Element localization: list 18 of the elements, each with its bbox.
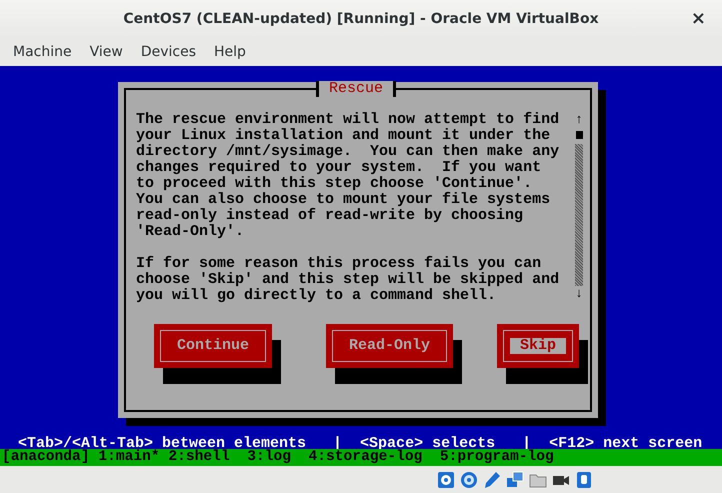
window-title: CentOS7 (CLEAN-updated) [Running] - Oracle VM VirtualBox: [123, 11, 599, 27]
menu-item[interactable]: View: [80, 44, 132, 60]
dialog-paragraph: The rescue environment will now attempt to find your Linux installation and mount it under the directory /mnt/sysimage. You can then make any changes required to your system. If you want to proceed with this step choose 'Continue'. You can also choose to mount your file systems read-only instead of read-write by choosing 'Read-Only'.: [136, 112, 560, 240]
pen-icon[interactable]: [483, 470, 501, 488]
scroll-up-arrow[interactable]: ↑: [575, 112, 583, 128]
scroll-down-arrow[interactable]: ↓: [575, 286, 583, 302]
menu-item[interactable]: Devices: [132, 44, 206, 60]
close-button[interactable]: ×: [688, 10, 708, 28]
menu-item[interactable]: Help: [205, 44, 255, 60]
scrollbar-thumb[interactable]: [576, 131, 582, 139]
scrollbar-track[interactable]: [575, 144, 583, 286]
chip-icon[interactable]: [575, 470, 593, 488]
dialog-paragraph: If for some reason this process fails you can choose 'Skip' and this step will be skipped and you will go directly to a command shell.: [136, 256, 560, 304]
tmux-status-bar: [anaconda] 1:main* 2:shell 3:log 4:storage-log 5:program-log: [0, 449, 722, 466]
dialog-title: Rescue: [316, 81, 396, 97]
optical-disc-icon[interactable]: [460, 470, 478, 488]
menu-item[interactable]: Machine: [4, 44, 81, 60]
network-icon[interactable]: [506, 470, 524, 488]
